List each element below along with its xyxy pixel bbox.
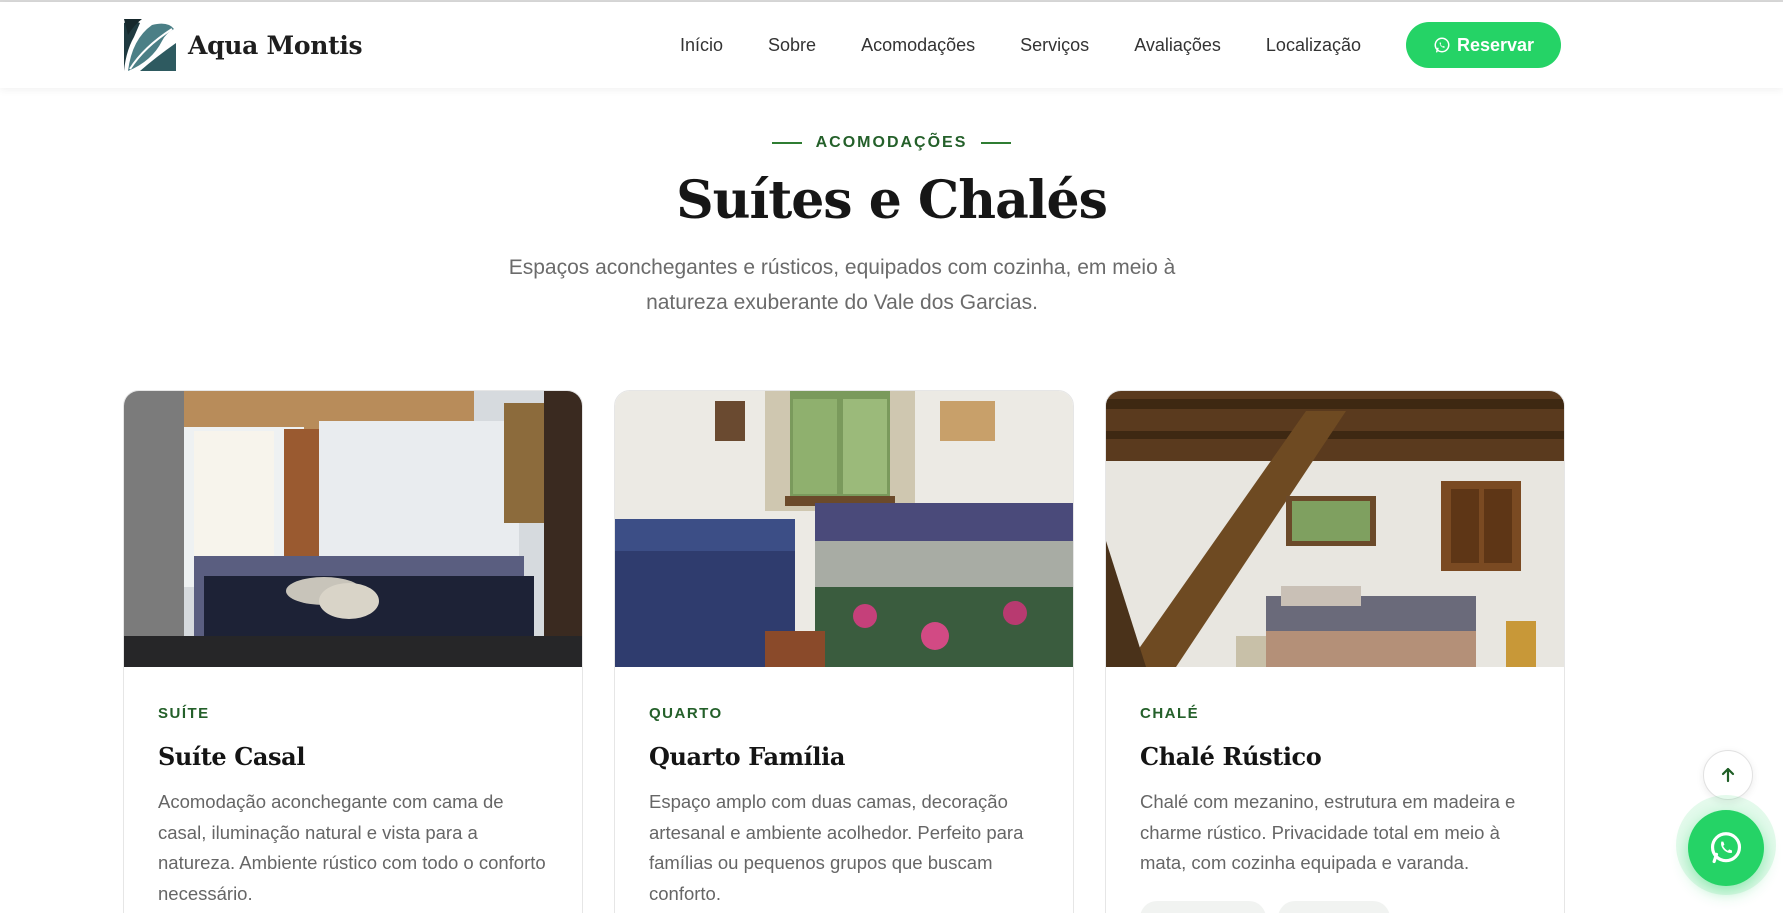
brand-name: Aqua Montis <box>188 30 363 60</box>
room-amenities <box>1140 900 1530 913</box>
room-title: Suíte Casal <box>158 742 306 771</box>
arrow-up-icon <box>1721 767 1735 783</box>
room-card-quarto-familia[interactable]: QUARTO Quarto Família Espaço amplo com d… <box>614 390 1074 913</box>
room-description: Espaço amplo com duas camas, decoração a… <box>649 791 1024 904</box>
main-nav: Início Sobre Acomodações Serviços Avalia… <box>680 2 1562 88</box>
room-photo-suite-casal <box>124 391 582 667</box>
section-subtitle: Espaços aconchegantes e rústicos, equipa… <box>508 256 1176 314</box>
room-card-chale-rustico[interactable]: CHALÉ Chalé Rústico Chalé com mezanino, … <box>1105 390 1565 913</box>
room-card-suite-casal[interactable]: SUÍTE Suíte Casal Acomodação aconchegant… <box>123 390 583 913</box>
room-description: Chalé com mezanino, estrutura em madeira… <box>1140 791 1516 873</box>
section-eyebrow: ACOMODAÇÕES <box>0 134 1783 152</box>
reserve-button[interactable]: Reservar <box>1405 22 1562 68</box>
whatsapp-icon <box>1710 832 1742 864</box>
room-tag: SUÍTE <box>158 705 210 722</box>
nav-inicio[interactable]: Início <box>680 35 723 56</box>
room-tag: CHALÉ <box>1140 705 1200 722</box>
reserve-button-label: Reservar <box>1456 34 1535 55</box>
nav-avaliacoes[interactable]: Avaliações <box>1134 35 1221 56</box>
whatsapp-icon <box>1434 37 1450 53</box>
eyebrow-line-right <box>981 142 1012 144</box>
room-description: Acomodação aconchegante com cama de casa… <box>158 791 546 904</box>
nav-sobre[interactable]: Sobre <box>768 35 816 56</box>
nav-localizacao[interactable]: Localização <box>1266 35 1361 56</box>
nav-acomodacoes[interactable]: Acomodações <box>861 35 975 56</box>
amenity-chip <box>1140 900 1266 913</box>
room-photo-chale-rustico <box>1106 391 1564 667</box>
site-header: Aqua Montis Início Sobre Acomodações Ser… <box>0 2 1783 88</box>
back-to-top-button[interactable] <box>1703 750 1753 800</box>
brand-logo-link[interactable]: Aqua Montis <box>122 17 363 73</box>
section-title: Suítes e Chalés <box>676 170 1108 231</box>
room-title: Chalé Rústico <box>1140 742 1322 771</box>
eyebrow-line-left <box>771 142 802 144</box>
leaf-mountain-logo <box>122 17 178 73</box>
eyebrow-text: ACOMODAÇÕES <box>815 134 968 151</box>
amenity-chip <box>1278 900 1390 913</box>
room-title: Quarto Família <box>649 742 845 771</box>
whatsapp-float-button[interactable] <box>1688 810 1764 886</box>
room-photo-quarto-familia <box>615 391 1073 667</box>
room-tag: QUARTO <box>649 705 723 722</box>
nav-servicos[interactable]: Serviços <box>1020 35 1089 56</box>
